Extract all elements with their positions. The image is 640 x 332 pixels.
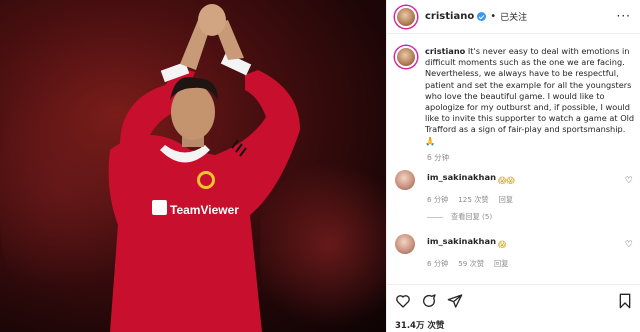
- heart-icon[interactable]: ♡: [625, 176, 633, 186]
- reply-button[interactable]: 回复: [499, 195, 513, 205]
- caption-body: It's never easy to deal with emotions in…: [425, 46, 635, 135]
- likes-count[interactable]: 31.4万 次赞: [395, 319, 444, 331]
- more-icon[interactable]: ···: [617, 9, 631, 23]
- bookmark-icon[interactable]: [618, 293, 632, 309]
- separator: •: [490, 11, 497, 22]
- view-replies-label: 查看回复 (5): [451, 212, 493, 221]
- reply-button[interactable]: 回复: [494, 259, 508, 269]
- comment-time: 6 分钟: [427, 195, 449, 204]
- comment-likes[interactable]: 59 次赞: [458, 259, 484, 269]
- caption-time: 6 分钟: [427, 153, 450, 162]
- avatar[interactable]: [395, 5, 417, 28]
- comment: im_sakinakhan 😱😱 ♡ 6 分钟 125 次赞 回复: [395, 170, 635, 205]
- post-sidebar: cristiano • 已关注 ··· cristiano It's never…: [386, 0, 640, 332]
- avatar[interactable]: [395, 170, 415, 190]
- action-icons: [395, 293, 463, 309]
- player-illustration: TeamViewer: [108, 4, 300, 332]
- caption-text: cristiano It's never easy to deal with e…: [425, 46, 635, 147]
- share-icon[interactable]: [447, 293, 463, 309]
- post-caption: cristiano It's never easy to deal with e…: [395, 46, 635, 147]
- comment-username[interactable]: im_sakinakhan: [427, 236, 496, 246]
- post-header: cristiano • 已关注 ···: [387, 0, 640, 34]
- instagram-post: TeamViewer cristiano • 已关注 ··· cristiano…: [0, 0, 640, 332]
- username-link[interactable]: cristiano: [425, 11, 474, 22]
- pray-emoji: 🙏: [425, 135, 436, 146]
- svg-text:TeamViewer: TeamViewer: [170, 203, 239, 217]
- comment: im_sakinakhan 😱 ♡ 6 分钟 59 次赞 回复: [395, 234, 635, 269]
- avatar[interactable]: [395, 234, 415, 254]
- post-photo[interactable]: TeamViewer: [0, 0, 386, 332]
- comment-icon[interactable]: [421, 293, 437, 309]
- comment-emoji: 😱😱: [497, 175, 515, 185]
- comment-likes[interactable]: 125 次赞: [458, 195, 488, 205]
- comment-username[interactable]: im_sakinakhan: [427, 172, 496, 182]
- divider: [427, 216, 443, 218]
- view-replies-button[interactable]: 查看回复 (5): [427, 212, 492, 222]
- comment-time: 6 分钟: [427, 259, 449, 268]
- following-button[interactable]: 已关注: [500, 10, 527, 23]
- action-bar: 31.4万 次赞: [387, 284, 640, 332]
- comment-meta: 6 分钟 59 次赞 回复: [427, 259, 635, 269]
- avatar[interactable]: [395, 46, 417, 68]
- like-icon[interactable]: [395, 293, 411, 309]
- comment-meta: 6 分钟 125 次赞 回复: [427, 195, 635, 205]
- verified-icon: [477, 12, 487, 21]
- heart-icon[interactable]: ♡: [625, 240, 633, 250]
- caption-username[interactable]: cristiano: [425, 46, 465, 56]
- comment-emoji: 😱: [497, 239, 507, 249]
